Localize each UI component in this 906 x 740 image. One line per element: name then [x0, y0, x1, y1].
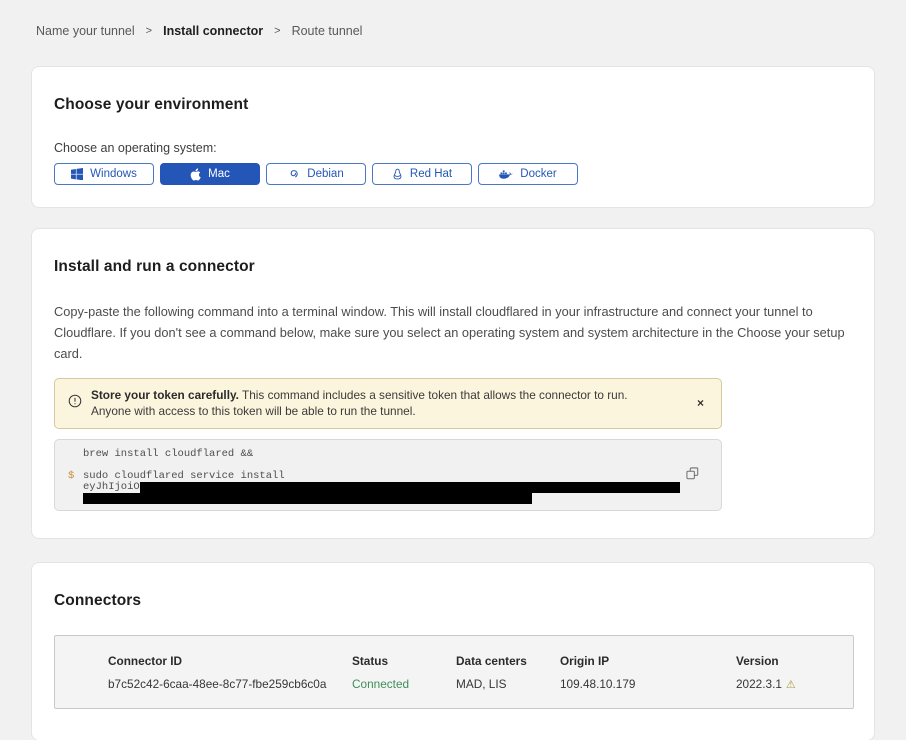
apple-icon — [190, 168, 201, 181]
connector-id-value: b7c52c42-6caa-48ee-8c77-fbe259cb6c0a — [108, 677, 352, 691]
breadcrumb-separator: > — [274, 25, 280, 37]
version-warning-icon: ⚠ — [786, 679, 796, 691]
connectors-table: Connector ID Status Data centers Origin … — [54, 635, 854, 709]
os-button-redhat[interactable]: Red Hat — [372, 163, 472, 185]
environment-card-title: Choose your environment — [54, 96, 852, 114]
installer-card-title: Install and run a connector — [54, 258, 852, 276]
header-version: Version — [736, 654, 853, 668]
connector-version-value: 2022.3.1 ⚠ — [736, 677, 853, 691]
copy-icon[interactable] — [686, 467, 699, 483]
header-status: Status — [352, 654, 456, 668]
os-button-row: Windows Mac Debian Red Hat Docker — [54, 163, 852, 185]
connector-data-centers-value: MAD, LIS — [456, 677, 560, 691]
token-warning-text: Store your token carefully. This command… — [91, 387, 666, 419]
token-warning-banner: Store your token carefully. This command… — [54, 378, 722, 429]
connectors-card: Connectors Connector ID Status Data cent… — [31, 562, 875, 740]
install-command-code-block: $ brew install cloudflared && sudo cloud… — [54, 439, 722, 511]
shell-prompt: $ — [68, 471, 74, 482]
redhat-icon — [392, 168, 403, 181]
token-redaction-bar — [83, 493, 532, 504]
code-line-brew-install: brew install cloudflared && — [83, 449, 721, 460]
docker-icon — [499, 169, 513, 180]
windows-icon — [71, 168, 83, 180]
connector-table-row: b7c52c42-6caa-48ee-8c77-fbe259cb6c0a Con… — [108, 677, 853, 691]
breadcrumb-name-your-tunnel[interactable]: Name your tunnel — [36, 24, 135, 38]
os-button-debian[interactable]: Debian — [266, 163, 366, 185]
token-warning-title: Store your token carefully. — [91, 388, 239, 402]
code-line-token-continued — [83, 493, 721, 504]
code-line-service-install: sudo cloudflared service install — [83, 471, 721, 482]
connectors-table-header: Connector ID Status Data centers Origin … — [108, 654, 853, 668]
version-number: 2022.3.1 — [736, 677, 782, 691]
connector-status-value: Connected — [352, 677, 456, 691]
breadcrumb-install-connector[interactable]: Install connector — [163, 24, 263, 38]
os-button-windows[interactable]: Windows — [54, 163, 154, 185]
os-button-label: Red Hat — [410, 168, 452, 180]
debian-icon — [288, 168, 300, 180]
breadcrumb: Name your tunnel > Install connector > R… — [0, 0, 906, 38]
os-button-label: Debian — [307, 168, 343, 180]
header-data-centers: Data centers — [456, 654, 560, 668]
header-connector-id: Connector ID — [108, 654, 352, 668]
header-origin-ip: Origin IP — [560, 654, 736, 668]
close-icon[interactable]: × — [693, 394, 708, 412]
os-select-label: Choose an operating system: — [54, 141, 852, 155]
choose-environment-card: Choose your environment Choose an operat… — [31, 66, 875, 208]
breadcrumb-separator: > — [146, 25, 152, 37]
os-button-label: Windows — [90, 168, 137, 180]
breadcrumb-route-tunnel[interactable]: Route tunnel — [292, 24, 363, 38]
token-prefix: eyJhIjoiO — [83, 481, 140, 493]
connectors-card-title: Connectors — [54, 592, 852, 610]
os-button-label: Mac — [208, 168, 230, 180]
connector-origin-ip-value: 109.48.10.179 — [560, 677, 736, 691]
installer-description: Copy-paste the following command into a … — [54, 301, 852, 364]
alert-circle-icon — [68, 394, 82, 413]
install-connector-card: Install and run a connector Copy-paste t… — [31, 228, 875, 539]
code-line-token: eyJhIjoiO — [83, 482, 721, 493]
os-button-docker[interactable]: Docker — [478, 163, 578, 185]
os-button-label: Docker — [520, 168, 556, 180]
token-redaction-bar — [140, 482, 680, 493]
os-button-mac[interactable]: Mac — [160, 163, 260, 185]
